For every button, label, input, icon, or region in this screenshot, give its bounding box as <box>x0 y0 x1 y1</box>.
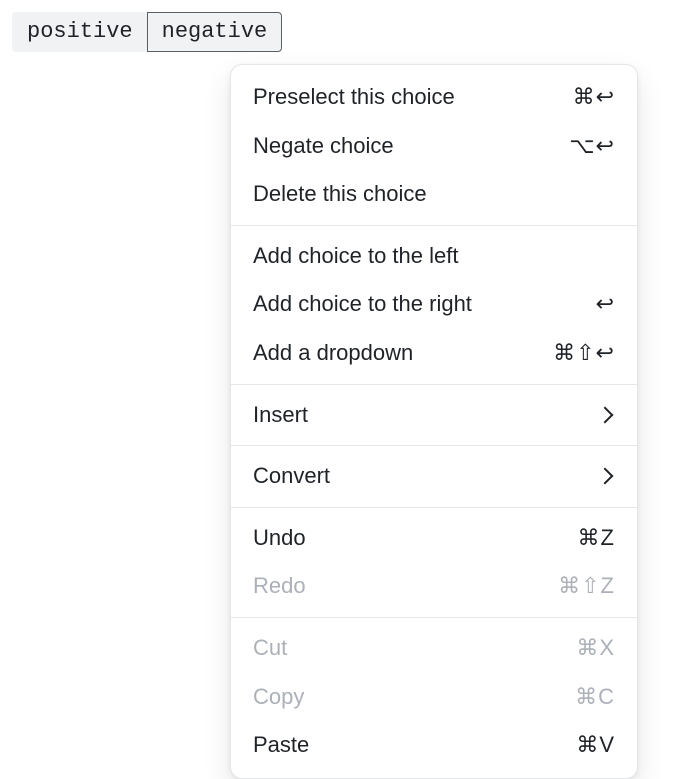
menu-item-add-dropdown[interactable]: Add a dropdown ⌘⇧↩ <box>231 329 637 378</box>
menu-item-label: Convert <box>253 462 599 491</box>
chevron-right-icon <box>597 468 614 485</box>
menu-item-delete[interactable]: Delete this choice <box>231 170 637 219</box>
menu-item-label: Negate choice <box>253 132 569 161</box>
menu-item-shortcut: ⌘V <box>576 731 615 760</box>
menu-item-label: Insert <box>253 401 599 430</box>
menu-item-redo: Redo ⌘⇧Z <box>231 562 637 611</box>
menu-item-label: Add choice to the left <box>253 242 615 271</box>
chip-label: negative <box>162 19 268 44</box>
menu-item-negate[interactable]: Negate choice ⌥↩ <box>231 122 637 171</box>
menu-item-shortcut: ↩ <box>596 290 615 319</box>
menu-item-preselect[interactable]: Preselect this choice ⌘↩ <box>231 73 637 122</box>
menu-item-shortcut: ⌘↩ <box>573 83 615 112</box>
menu-item-label: Add a dropdown <box>253 339 553 368</box>
menu-item-add-right[interactable]: Add choice to the right ↩ <box>231 280 637 329</box>
menu-item-label: Redo <box>253 572 558 601</box>
menu-separator <box>231 384 637 385</box>
menu-separator <box>231 445 637 446</box>
menu-separator <box>231 225 637 226</box>
chevron-right-icon <box>597 406 614 423</box>
menu-item-convert[interactable]: Convert <box>231 452 637 501</box>
choice-chip-positive[interactable]: positive <box>12 12 148 52</box>
choice-chip-negative[interactable]: negative <box>147 12 283 52</box>
context-menu: Preselect this choice ⌘↩ Negate choice ⌥… <box>230 64 638 779</box>
menu-item-shortcut: ⌘⇧Z <box>558 572 615 601</box>
menu-item-label: Undo <box>253 524 578 553</box>
menu-item-label: Paste <box>253 731 576 760</box>
menu-item-paste[interactable]: Paste ⌘V <box>231 721 637 770</box>
menu-item-label: Cut <box>253 634 576 663</box>
menu-item-cut: Cut ⌘X <box>231 624 637 673</box>
menu-separator <box>231 507 637 508</box>
menu-item-label: Delete this choice <box>253 180 615 209</box>
menu-item-copy: Copy ⌘C <box>231 673 637 722</box>
menu-item-label: Copy <box>253 683 575 712</box>
menu-item-shortcut: ⌥↩ <box>569 132 615 161</box>
menu-separator <box>231 617 637 618</box>
menu-item-label: Add choice to the right <box>253 290 596 319</box>
menu-item-shortcut: ⌘C <box>575 683 615 712</box>
menu-item-undo[interactable]: Undo ⌘Z <box>231 514 637 563</box>
submenu-indicator <box>599 470 615 482</box>
chip-label: positive <box>27 19 133 44</box>
choice-chip-group: positive negative <box>0 0 680 52</box>
menu-item-shortcut: ⌘⇧↩ <box>553 339 615 368</box>
menu-item-add-left[interactable]: Add choice to the left <box>231 232 637 281</box>
menu-item-insert[interactable]: Insert <box>231 391 637 440</box>
menu-item-shortcut: ⌘Z <box>578 524 615 553</box>
menu-item-label: Preselect this choice <box>253 83 573 112</box>
menu-item-shortcut: ⌘X <box>576 634 615 663</box>
submenu-indicator <box>599 409 615 421</box>
